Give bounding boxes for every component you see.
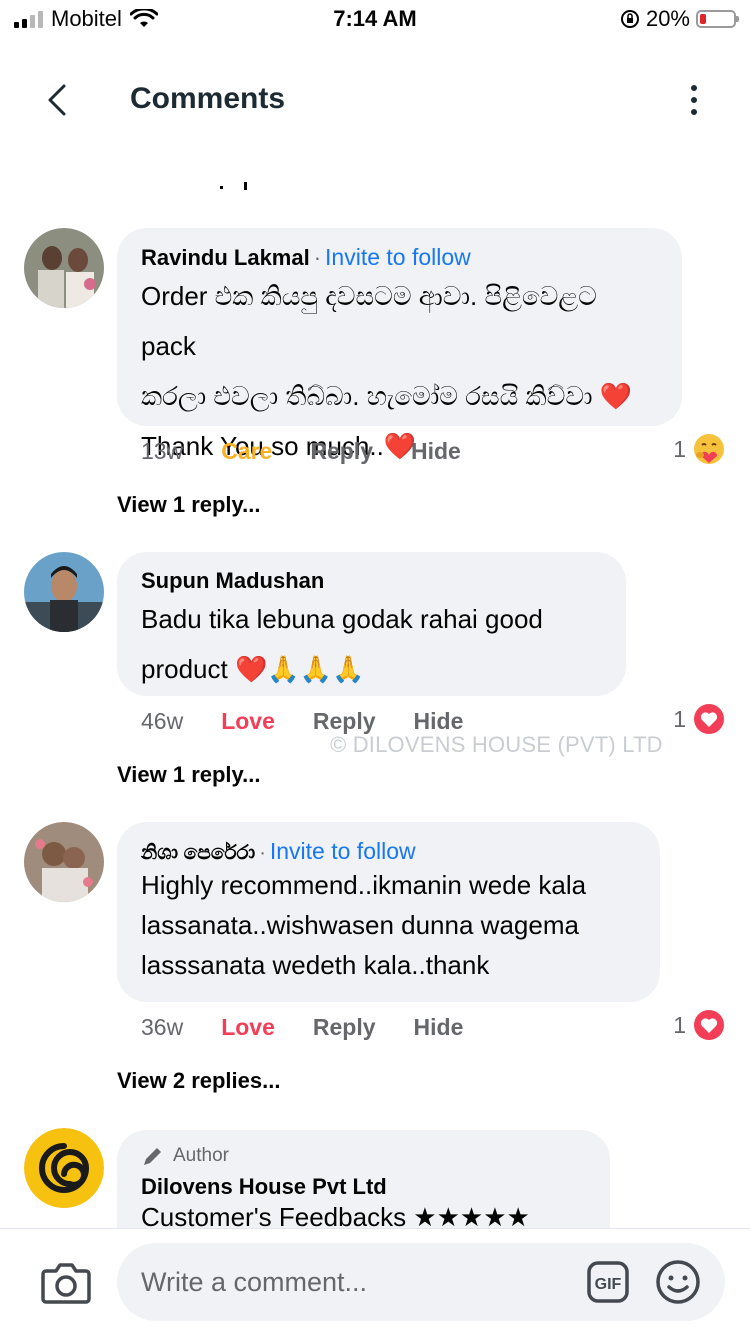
gif-icon[interactable]: GIF	[587, 1261, 629, 1303]
love-heart-icon	[694, 704, 724, 734]
author-badge-label: Author	[173, 1145, 229, 1166]
comment-author[interactable]: Supun Madushan	[141, 568, 324, 593]
comment-author[interactable]: Ravindu Lakmal	[141, 245, 310, 270]
view-replies-link[interactable]: View 1 reply...	[117, 492, 260, 518]
reaction-count: 1	[673, 435, 686, 462]
battery-icon	[696, 10, 739, 28]
comment-author[interactable]: Dilovens House Pvt Ltd	[141, 1174, 387, 1199]
comment-bubble[interactable]: නිශා පෙරේරා · Invite to follow Highly reco…	[117, 822, 660, 1002]
reply-button[interactable]: Reply	[310, 438, 373, 465]
camera-icon[interactable]	[40, 1259, 92, 1305]
comment-bubble[interactable]: Author Dilovens House Pvt Ltd Customer's…	[117, 1130, 610, 1228]
separator-dot: ·	[313, 245, 322, 270]
reaction-summary[interactable]: 1	[673, 702, 726, 736]
view-replies-link[interactable]: View 1 reply...	[117, 762, 260, 788]
comment-text-line: Badu tika lebuna godak rahai good	[141, 604, 543, 634]
scrolled-text-remnant	[220, 182, 247, 190]
comment-text-line: lasssanata wedeth kala..thank	[141, 950, 490, 980]
status-right: 20%	[620, 6, 739, 32]
comment-timestamp: 36w	[141, 1014, 184, 1040]
invite-to-follow-link[interactable]: Invite to follow	[325, 244, 471, 270]
comment-author[interactable]: නිශා පෙරේරා	[141, 842, 255, 864]
comment-text-line: Customer's Feedbacks ★★★★★	[141, 1202, 530, 1228]
author-badge: Author	[141, 1144, 586, 1168]
avatar[interactable]	[24, 228, 104, 308]
status-bar: Mobitel 7:14 AM 20%	[0, 0, 750, 40]
comment-composer-bar: Write a comment... GIF	[0, 1228, 750, 1335]
comment-bubble[interactable]: Ravindu Lakmal · Invite to follow Order එක…	[117, 228, 682, 461]
comment-text-line: Order එක කියපු දවසටම ආවා. පිළිවෙළට pack	[141, 281, 597, 361]
avatar[interactable]	[24, 822, 104, 902]
reply-button[interactable]: Reply	[313, 1014, 376, 1041]
back-chevron-icon[interactable]	[36, 78, 80, 122]
comment-actions: 13w Care Reply Hide	[141, 438, 499, 465]
separator-dot: ·	[259, 842, 266, 864]
invite-to-follow-link[interactable]: Invite to follow	[270, 838, 416, 864]
gif-label: GIF	[595, 1276, 622, 1293]
reaction-summary[interactable]: 1	[673, 432, 726, 466]
comment-text-line: කරලා එවලා තිබ්බා. හැමෝම රසයි කිව්වා ❤️	[141, 381, 633, 411]
avatar[interactable]	[24, 1128, 104, 1208]
avatar[interactable]	[24, 552, 104, 632]
orientation-lock-icon	[620, 10, 639, 28]
care-emoji-icon	[694, 434, 724, 464]
comment-text-line: Highly recommend..ikmanin wede kala	[141, 870, 587, 900]
comment-text-line: lassanata..wishwasen dunna wagema	[141, 910, 579, 940]
comment-actions: 36w Love Reply Hide	[141, 1014, 501, 1041]
reaction-summary[interactable]: 1	[673, 1008, 726, 1042]
battery-percent: 20%	[645, 6, 690, 31]
comment-item: Author Dilovens House Pvt Ltd Customer's…	[0, 1128, 750, 1228]
react-button[interactable]: Love	[221, 1014, 275, 1041]
comment-input-placeholder: Write a comment...	[141, 1267, 368, 1297]
hide-button[interactable]: Hide	[414, 708, 464, 735]
hide-button[interactable]: Hide	[411, 438, 461, 465]
react-button[interactable]: Care	[221, 438, 272, 465]
page-title: Comments	[130, 82, 286, 115]
comment-text-line: product ❤️🙏🙏🙏	[141, 654, 365, 684]
reaction-count: 1	[673, 705, 686, 732]
comment-timestamp: 13w	[141, 438, 184, 464]
pencil-icon	[144, 1148, 161, 1165]
more-options-icon[interactable]	[682, 84, 706, 116]
hide-button[interactable]: Hide	[414, 1014, 464, 1041]
view-replies-link[interactable]: View 2 replies...	[117, 1068, 280, 1094]
comment-actions: 46w Love Reply Hide	[141, 708, 501, 735]
comment-timestamp: 46w	[141, 708, 184, 734]
react-button[interactable]: Love	[221, 708, 275, 735]
emoji-icon[interactable]	[655, 1259, 701, 1305]
reaction-count: 1	[673, 1011, 686, 1038]
comment-bubble[interactable]: Supun Madushan Badu tika lebuna godak ra…	[117, 552, 626, 696]
reply-button[interactable]: Reply	[313, 708, 376, 735]
top-navigation-bar: Comments	[0, 60, 750, 140]
comment-input[interactable]: Write a comment... GIF	[117, 1243, 725, 1321]
love-heart-icon	[694, 1010, 724, 1040]
watermark: © DILOVENS HOUSE (PVT) LTD	[330, 732, 663, 757]
